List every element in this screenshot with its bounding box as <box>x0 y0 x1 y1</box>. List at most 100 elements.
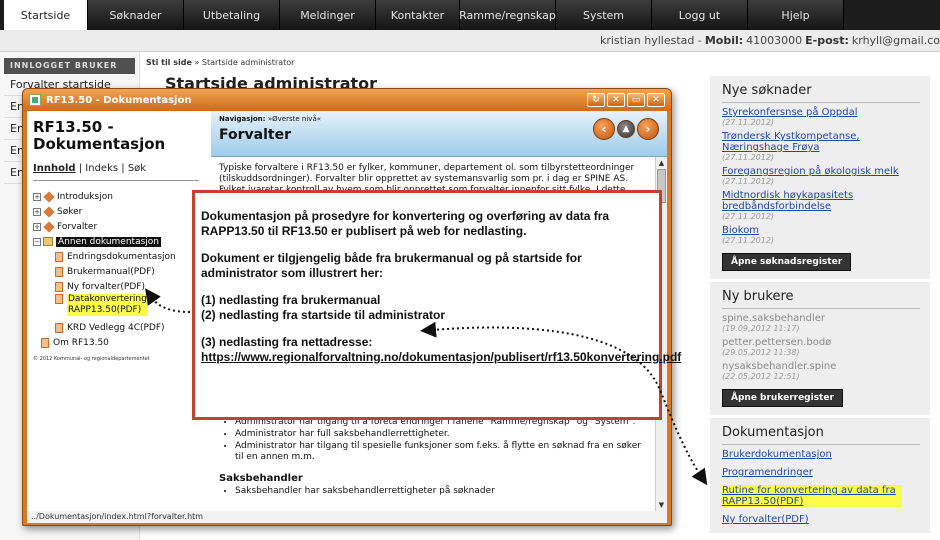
annotation-box: Dokumentasjon på prosedyre for konverter… <box>192 190 681 420</box>
tab-sok[interactable]: Søk <box>128 163 146 174</box>
expand-icon[interactable]: + <box>33 207 41 216</box>
tab-kontakter[interactable]: Kontakter <box>376 0 460 30</box>
annotation-l3: (3) nedlasting fra nettadresse: <box>201 335 373 349</box>
toc-item-forvalter[interactable]: + Forvalter <box>33 219 199 234</box>
document-icon <box>55 266 63 277</box>
document-icon <box>55 322 63 333</box>
bullet-item: Administrator har tilgang til spesielle … <box>235 441 651 463</box>
help-toc-pane: RF13.50 - Dokumentasjon Innhold | Indeks… <box>27 111 205 511</box>
user-entry: petter.pettersen.bodø <box>722 337 832 348</box>
scroll-up-icon[interactable]: ▲ <box>656 157 667 169</box>
help-window-title: RF13.50 - Dokumentasjon <box>46 94 192 106</box>
help-content-header: Navigasjon: »Øverste nivå« Forvalter ‹ ▲… <box>211 111 667 157</box>
user-date: (19.09.2012 11:17) <box>722 324 800 333</box>
document-icon <box>41 337 49 348</box>
user-date: (29.05.2012 11:38) <box>722 348 800 357</box>
help-app-icon <box>29 94 41 106</box>
book-icon <box>43 237 53 246</box>
tab-meldinger[interactable]: Meldinger <box>280 0 376 30</box>
soknad-link[interactable]: Trøndersk Kystkompetanse, Næringshage Fr… <box>722 131 920 153</box>
next-arrow-icon[interactable]: › <box>637 118 659 140</box>
help-window-titlebar[interactable]: RF13.50 - Dokumentasjon ↻ ✕ ▭ ✕ <box>23 89 671 111</box>
breadcrumb-current: Startside administrator <box>201 58 295 67</box>
close-small-icon[interactable]: ✕ <box>607 93 625 107</box>
up-arrow-icon[interactable]: ▲ <box>617 120 635 138</box>
diamond-icon <box>43 205 55 218</box>
annotation-p2: Dokument er tilgjengelig både fra bruker… <box>201 251 582 280</box>
user-entry: spine.saksbehandler <box>722 313 826 324</box>
help-lower-content: Administrator har tilgang til å foreta e… <box>219 417 651 498</box>
breadcrumb-home[interactable]: Sti til side <box>146 58 192 67</box>
soknad-link[interactable]: Midtnordisk høykapasitets bredbåndsforbi… <box>722 190 920 212</box>
close-icon[interactable]: ✕ <box>647 93 665 107</box>
help-doc-title: RF13.50 - Dokumentasjon <box>33 119 199 153</box>
toc-item-ny-forvalter[interactable]: Ny forvalter(PDF) <box>33 279 199 294</box>
dok-link-rutine-konvertering[interactable]: Rutine for konvertering av data fra RAPP… <box>722 485 902 507</box>
tab-logg-ut[interactable]: Logg ut <box>652 0 748 30</box>
open-brukerregister-button[interactable]: Åpne brukerregister <box>722 389 843 407</box>
collapse-icon[interactable]: − <box>33 237 41 246</box>
dok-link-ny-forvalter[interactable]: Ny forvalter(PDF) <box>722 514 920 525</box>
toc-item-endrings[interactable]: Endringsdokumentasjon <box>33 249 199 264</box>
tab-utbetaling[interactable]: Utbetaling <box>184 0 280 30</box>
panel-title: Nye søknader <box>722 80 920 103</box>
nav-path-link[interactable]: »Øverste nivå« <box>268 115 321 123</box>
toc-item-introduksjon[interactable]: + Introduksjon <box>33 189 199 204</box>
diamond-icon <box>43 220 55 233</box>
expand-icon[interactable]: + <box>33 192 41 201</box>
refresh-icon[interactable]: ↻ <box>587 93 605 107</box>
mobile-value: 41003000 <box>746 34 803 47</box>
tab-system[interactable]: System <box>556 0 652 30</box>
expand-icon[interactable]: + <box>33 222 41 231</box>
document-icon <box>55 294 63 304</box>
maximize-icon[interactable]: ▭ <box>627 93 645 107</box>
user-bar: kristian hyllestad - Mobil: 41003000 E-p… <box>0 30 940 52</box>
scroll-down-icon[interactable]: ▼ <box>656 499 667 511</box>
toc-item-krd[interactable]: KRD Vedlegg 4C(PDF) <box>33 320 199 335</box>
mobile-label: Mobil: <box>704 34 744 47</box>
toc-tree: + Introduksjon + Søker + Forvalter − Annen d… <box>33 189 199 350</box>
sidebar-header: INNLOGGET BRUKER <box>4 58 135 74</box>
email-value: krhyll@gmail.co <box>851 34 940 47</box>
soknad-link[interactable]: Biokom <box>722 225 920 236</box>
tab-ramme-regnskap[interactable]: Ramme/regnskap <box>459 0 556 30</box>
dok-link-brukerdokumentasjon[interactable]: Brukerdokumentasjon <box>722 449 920 460</box>
tab-indeks[interactable]: Indeks <box>85 163 118 174</box>
help-doc-title-line2: Dokumentasjon <box>33 135 166 153</box>
dok-link-programendringer[interactable]: Programendringer <box>722 467 920 478</box>
panel-ny-brukere: Ny brukere spine.saksbehandler (19.09.20… <box>710 282 930 415</box>
tab-hjelp[interactable]: Hjelp <box>748 0 844 30</box>
annotation-l1: (1) nedlasting fra brukermanual <box>201 293 381 307</box>
soknad-date: (27.11.2012) <box>722 212 775 221</box>
toc-item-om[interactable]: Om RF13.50 <box>33 335 199 350</box>
bullet-item: Saksbehandler har saksbehandlerrettighet… <box>235 486 651 497</box>
panel-dokumentasjon: Dokumentasjon Brukerdokumentasjon Progra… <box>710 418 930 533</box>
panel-title: Dokumentasjon <box>722 422 920 445</box>
section-heading-saksbehandler: Saksbehandler <box>219 473 303 484</box>
panel-title: Ny brukere <box>722 286 920 309</box>
email-label: E-post: <box>805 34 849 47</box>
breadcrumb-sep: » <box>194 58 200 67</box>
annotation-url[interactable]: https://www.regionalforvaltning.no/dokum… <box>201 350 681 365</box>
breadcrumb: Sti til side » Startside administrator <box>146 58 294 67</box>
status-bar: ../Dokumentasjon/index.html?forvalter.ht… <box>27 511 667 523</box>
copyright: © 2012 Kommunal- og regionaldepartemente… <box>33 356 150 362</box>
soknad-date: (27.11.2012) <box>722 177 775 186</box>
toc-item-annen[interactable]: − Annen dokumentasjon <box>33 234 199 249</box>
help-tabs: Innhold | Indeks | Søk <box>33 163 147 174</box>
toc-item-brukermanual[interactable]: Brukermanual(PDF) <box>33 264 199 279</box>
tab-soknader[interactable]: Søknader <box>88 0 184 30</box>
annotation-l2: (2) nedlasting fra startside til adminis… <box>201 308 446 322</box>
user-entry: nysaksbehandler.spine <box>722 361 837 372</box>
previous-arrow-icon[interactable]: ‹ <box>593 118 615 140</box>
toc-item-soker[interactable]: + Søker <box>33 204 199 219</box>
tab-innhold[interactable]: Innhold <box>33 163 76 174</box>
tab-startside[interactable]: Startside <box>4 0 88 30</box>
soknad-date: (27.11.2012) <box>722 153 775 162</box>
soknad-link[interactable]: Foregangsregion på økologisk melk <box>722 166 920 177</box>
toc-item-datakonvertering[interactable]: Datakonvertering RAPP13.50(PDF) <box>33 294 199 320</box>
bullet-item: Administrator har full saksbehandlerrett… <box>235 429 651 440</box>
soknad-link[interactable]: Styrekonfersnse på Oppdal <box>722 107 920 118</box>
open-soknadsregister-button[interactable]: Åpne søknadsregister <box>722 253 852 271</box>
user-name: kristian hyllestad - <box>599 34 702 47</box>
